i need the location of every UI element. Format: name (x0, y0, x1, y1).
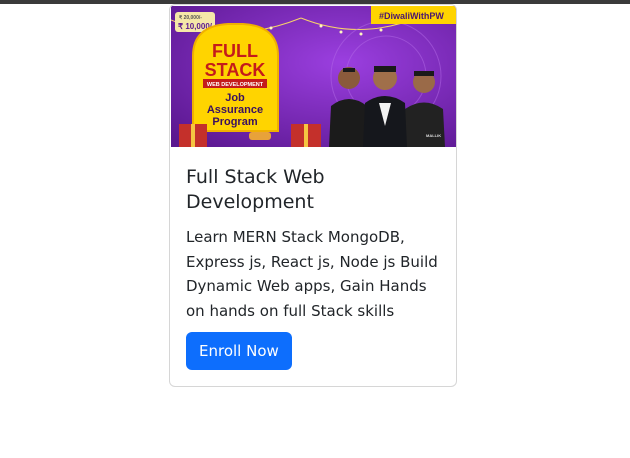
banner-sub-line1: Job (225, 92, 245, 104)
course-card: ₹ 20,000/- ₹ 10,000/- #DiwaliWithPW FULL… (169, 4, 457, 387)
shirt-text: MALLIK (426, 133, 441, 138)
banner-sub-line2: Assurance (207, 104, 263, 116)
hashtag-text: #DiwaliWithPW (379, 11, 444, 21)
banner-title-line1: FULL (212, 41, 258, 61)
price-strike-text: ₹ 20,000/- (179, 15, 202, 21)
banner-ribbon-text: WEB DEVELOPMENT (207, 82, 264, 88)
course-banner-image: ₹ 20,000/- ₹ 10,000/- #DiwaliWithPW FULL… (171, 6, 456, 147)
card-body: Full Stack Web Development Learn MERN St… (186, 165, 441, 323)
banner-sub-line3: Program (212, 116, 257, 128)
banner-title-line2: STACK (205, 60, 266, 80)
course-title: Full Stack Web Development (186, 166, 325, 213)
enroll-now-button[interactable]: Enroll Now (186, 332, 292, 370)
course-description: Learn MERN Stack MongoDB, Express js, Re… (186, 228, 438, 320)
